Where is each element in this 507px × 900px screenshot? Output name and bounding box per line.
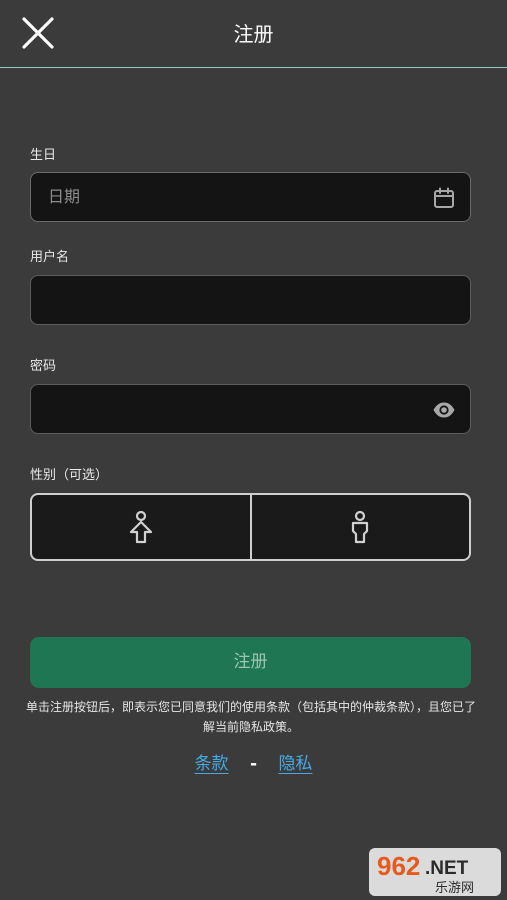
legal-links: 条款 - 隐私 (0, 751, 507, 777)
password-label: 密码 (30, 359, 57, 374)
gender-selector (30, 493, 471, 561)
password-field[interactable] (30, 384, 471, 434)
svg-text:962: 962 (377, 851, 420, 881)
male-icon (129, 510, 152, 544)
privacy-link[interactable]: 隐私 (278, 754, 312, 774)
register-button[interactable]: 注册 (30, 637, 471, 688)
terms-link[interactable]: 条款 (195, 754, 229, 774)
female-icon (352, 510, 369, 544)
gender-option-male[interactable] (32, 495, 250, 559)
date-placeholder: 日期 (48, 187, 81, 206)
page-title: 注册 (233, 22, 274, 46)
gender-label: 性别（可选） (30, 468, 109, 483)
username-label: 用户名 (30, 250, 70, 265)
register-screen: 注册 生日 日期 用户名 密码 性别（可选） 注册 单击注册按钮后，即表示您已同… (0, 0, 507, 900)
gender-option-female[interactable] (249, 495, 470, 559)
svg-text:乐游网: 乐游网 (435, 881, 474, 896)
birthday-label: 生日 (30, 148, 57, 163)
birthday-date-field[interactable]: 日期 (30, 172, 471, 222)
eye-icon[interactable] (432, 398, 456, 422)
link-separator: - (249, 754, 258, 774)
username-field[interactable] (30, 275, 471, 325)
watermark-logo: 962 .NET 乐游网 (369, 848, 501, 896)
header-bar: 注册 (0, 0, 507, 68)
terms-disclaimer: 单击注册按钮后，即表示您已同意我们的使用条款（包括其中的仲裁条款），且您已了解当… (26, 700, 477, 734)
calendar-icon[interactable] (432, 186, 456, 210)
svg-text:.NET: .NET (425, 858, 469, 879)
